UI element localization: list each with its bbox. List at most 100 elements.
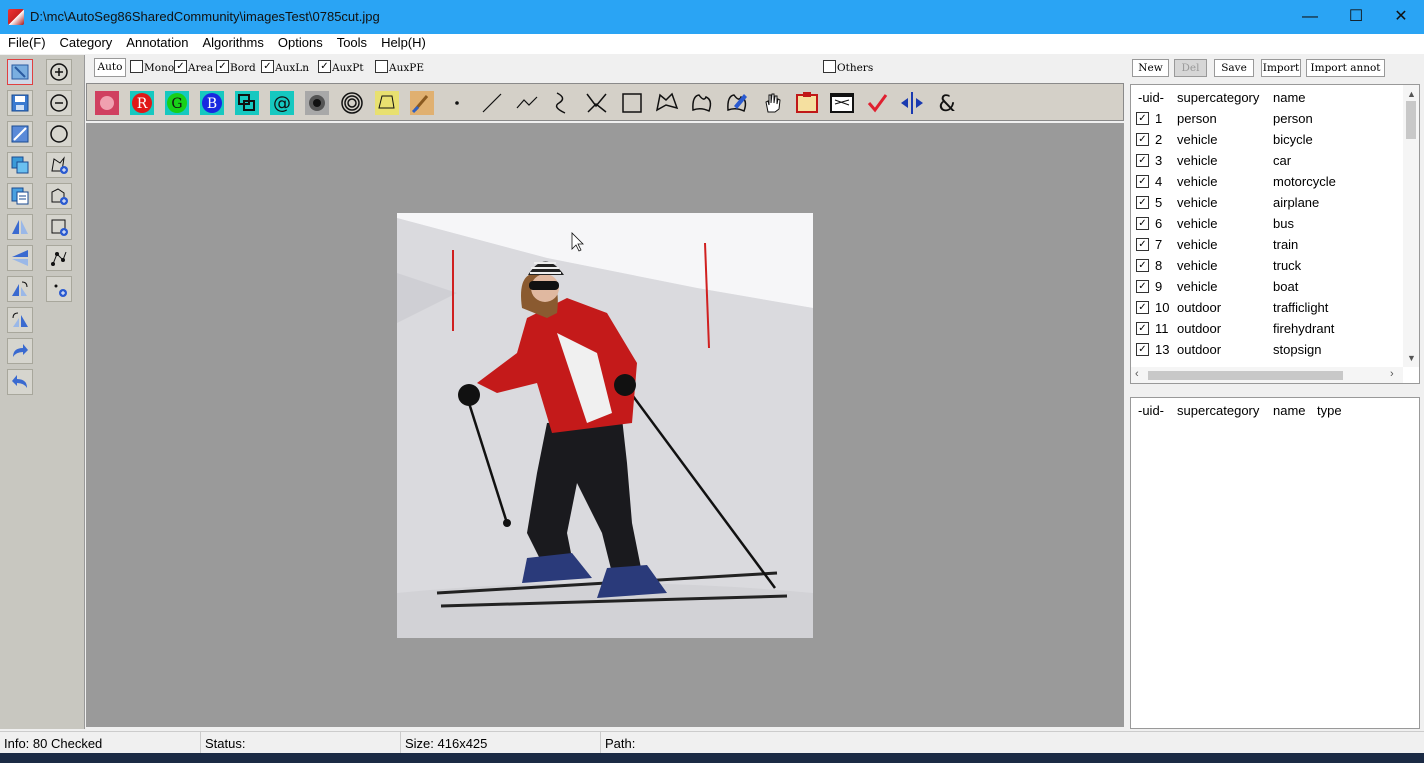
menu-category[interactable]: Category bbox=[53, 34, 120, 52]
mono-check-box[interactable] bbox=[130, 60, 143, 73]
mono-checkbox[interactable]: Mono bbox=[130, 60, 174, 74]
polygon-tool-button[interactable] bbox=[652, 89, 682, 117]
horizontal-scroll-thumb[interactable] bbox=[1148, 371, 1343, 380]
menu-algorithms[interactable]: Algorithms bbox=[195, 34, 270, 52]
region-tool-button[interactable] bbox=[232, 89, 262, 117]
ann-header-type[interactable]: type bbox=[1317, 403, 1342, 418]
skier-photo[interactable] bbox=[397, 213, 813, 638]
ann-header-uid[interactable]: -uid- bbox=[1138, 403, 1164, 418]
select-tool-button[interactable] bbox=[7, 59, 33, 85]
category-row[interactable]: 1 person person bbox=[1131, 108, 1401, 129]
rectangle-tool-button[interactable] bbox=[617, 89, 647, 117]
auxpe-check-box[interactable] bbox=[375, 60, 388, 73]
header-supercategory[interactable]: supercategory bbox=[1177, 90, 1259, 105]
edit-tool-button[interactable] bbox=[7, 121, 33, 147]
copy-tool-button[interactable] bbox=[7, 152, 33, 178]
zoom-in-button[interactable] bbox=[46, 59, 72, 85]
add-shape-button[interactable] bbox=[46, 183, 72, 209]
scroll-down-icon[interactable]: ▼ bbox=[1407, 353, 1416, 363]
category-checkbox[interactable] bbox=[1136, 322, 1149, 335]
add-dot-button[interactable] bbox=[46, 276, 72, 302]
undo-button[interactable] bbox=[7, 369, 33, 395]
others-check-box[interactable] bbox=[823, 60, 836, 73]
flip-horizontal-button[interactable] bbox=[7, 214, 33, 240]
category-row[interactable]: 10 outdoor trafficlight bbox=[1131, 297, 1401, 318]
category-checkbox[interactable] bbox=[1136, 280, 1149, 293]
category-row[interactable]: 5 vehicle airplane bbox=[1131, 192, 1401, 213]
category-checkbox[interactable] bbox=[1136, 112, 1149, 125]
redo-button[interactable] bbox=[7, 338, 33, 364]
category-row[interactable]: 3 vehicle car bbox=[1131, 150, 1401, 171]
category-row[interactable]: 2 vehicle bicycle bbox=[1131, 129, 1401, 150]
merge-tool-button[interactable]: & bbox=[932, 89, 962, 117]
ann-header-supercategory[interactable]: supercategory bbox=[1177, 403, 1259, 418]
category-row[interactable]: 4 vehicle motorcycle bbox=[1131, 171, 1401, 192]
import-annot-button[interactable]: Import annot bbox=[1306, 59, 1385, 77]
crop-tool-button[interactable] bbox=[827, 89, 857, 117]
cut-tool-button[interactable] bbox=[372, 89, 402, 117]
scroll-up-icon[interactable]: ▲ bbox=[1407, 89, 1416, 99]
category-checkbox[interactable] bbox=[1136, 133, 1149, 146]
bord-checkbox[interactable]: Bord bbox=[216, 60, 256, 74]
category-checkbox[interactable] bbox=[1136, 196, 1149, 209]
green-channel-button[interactable]: G bbox=[162, 89, 192, 117]
menu-annotation[interactable]: Annotation bbox=[119, 34, 195, 52]
minimize-button[interactable]: — bbox=[1287, 0, 1333, 34]
fill-tool-button[interactable] bbox=[722, 89, 752, 117]
scroll-left-icon[interactable]: ‹ bbox=[1135, 368, 1139, 380]
category-checkbox[interactable] bbox=[1136, 259, 1149, 272]
save-tool-button[interactable] bbox=[7, 90, 33, 116]
scroll-right-icon[interactable]: › bbox=[1390, 368, 1394, 380]
brush-tool-button[interactable] bbox=[407, 89, 437, 117]
bord-check-box[interactable] bbox=[216, 60, 229, 73]
area-check-box[interactable] bbox=[174, 60, 187, 73]
freehand-tool-button[interactable] bbox=[687, 89, 717, 117]
category-horizontal-scrollbar[interactable]: ‹ › bbox=[1131, 367, 1403, 383]
category-row[interactable]: 9 vehicle boat bbox=[1131, 276, 1401, 297]
header-uid[interactable]: -uid- bbox=[1138, 90, 1164, 105]
menu-tools[interactable]: Tools bbox=[330, 34, 374, 52]
auxpe-checkbox[interactable]: AuxPE bbox=[375, 60, 424, 74]
save-button[interactable]: Save bbox=[1214, 59, 1254, 77]
zoom-out-button[interactable] bbox=[46, 90, 72, 116]
check-tool-button[interactable] bbox=[862, 89, 892, 117]
spiral-tool-button[interactable] bbox=[337, 89, 367, 117]
auto-button[interactable]: Auto bbox=[94, 58, 126, 77]
split-tool-button[interactable] bbox=[897, 89, 927, 117]
ann-header-name[interactable]: name bbox=[1273, 403, 1306, 418]
category-row[interactable]: 7 vehicle train bbox=[1131, 234, 1401, 255]
maximize-button[interactable]: ☐ bbox=[1333, 0, 1379, 34]
header-name[interactable]: name bbox=[1273, 90, 1306, 105]
paste-tool-button[interactable] bbox=[7, 183, 33, 209]
frame-tool-button[interactable] bbox=[792, 89, 822, 117]
category-checkbox[interactable] bbox=[1136, 343, 1149, 356]
del-button[interactable]: Del bbox=[1174, 59, 1207, 77]
line-tool-button[interactable] bbox=[477, 89, 507, 117]
menu-options[interactable]: Options bbox=[271, 34, 330, 52]
auxln-check-box[interactable] bbox=[261, 60, 274, 73]
blur-tool-button[interactable] bbox=[302, 89, 332, 117]
new-button[interactable]: New bbox=[1132, 59, 1169, 77]
category-row[interactable]: 8 vehicle truck bbox=[1131, 255, 1401, 276]
menu-help[interactable]: Help(H) bbox=[374, 34, 433, 52]
category-row[interactable]: 6 vehicle bus bbox=[1131, 213, 1401, 234]
auxpt-check-box[interactable] bbox=[318, 60, 331, 73]
red-channel-button[interactable]: R bbox=[127, 89, 157, 117]
blue-channel-button[interactable]: B bbox=[197, 89, 227, 117]
point-tool-button[interactable] bbox=[442, 89, 472, 117]
at-tool-button[interactable]: @ bbox=[267, 89, 297, 117]
photo-tool-button[interactable] bbox=[92, 89, 122, 117]
add-point-button[interactable] bbox=[46, 245, 72, 271]
flip-vertical-button[interactable] bbox=[7, 245, 33, 271]
others-checkbox[interactable]: Others bbox=[823, 60, 873, 74]
cross-line-tool-button[interactable] bbox=[582, 89, 612, 117]
auxpt-checkbox[interactable]: AuxPt bbox=[318, 60, 364, 74]
auxln-checkbox[interactable]: AuxLn bbox=[261, 60, 309, 74]
category-row[interactable]: 13 outdoor stopsign bbox=[1131, 339, 1401, 360]
polyline-tool-button[interactable] bbox=[512, 89, 542, 117]
vertical-scroll-thumb[interactable] bbox=[1406, 101, 1416, 139]
category-list[interactable]: -uid- supercategory name 1personperson2v… bbox=[1130, 84, 1420, 384]
hand-tool-button[interactable] bbox=[757, 89, 787, 117]
curve-tool-button[interactable] bbox=[547, 89, 577, 117]
zoom-fit-button[interactable] bbox=[46, 121, 72, 147]
